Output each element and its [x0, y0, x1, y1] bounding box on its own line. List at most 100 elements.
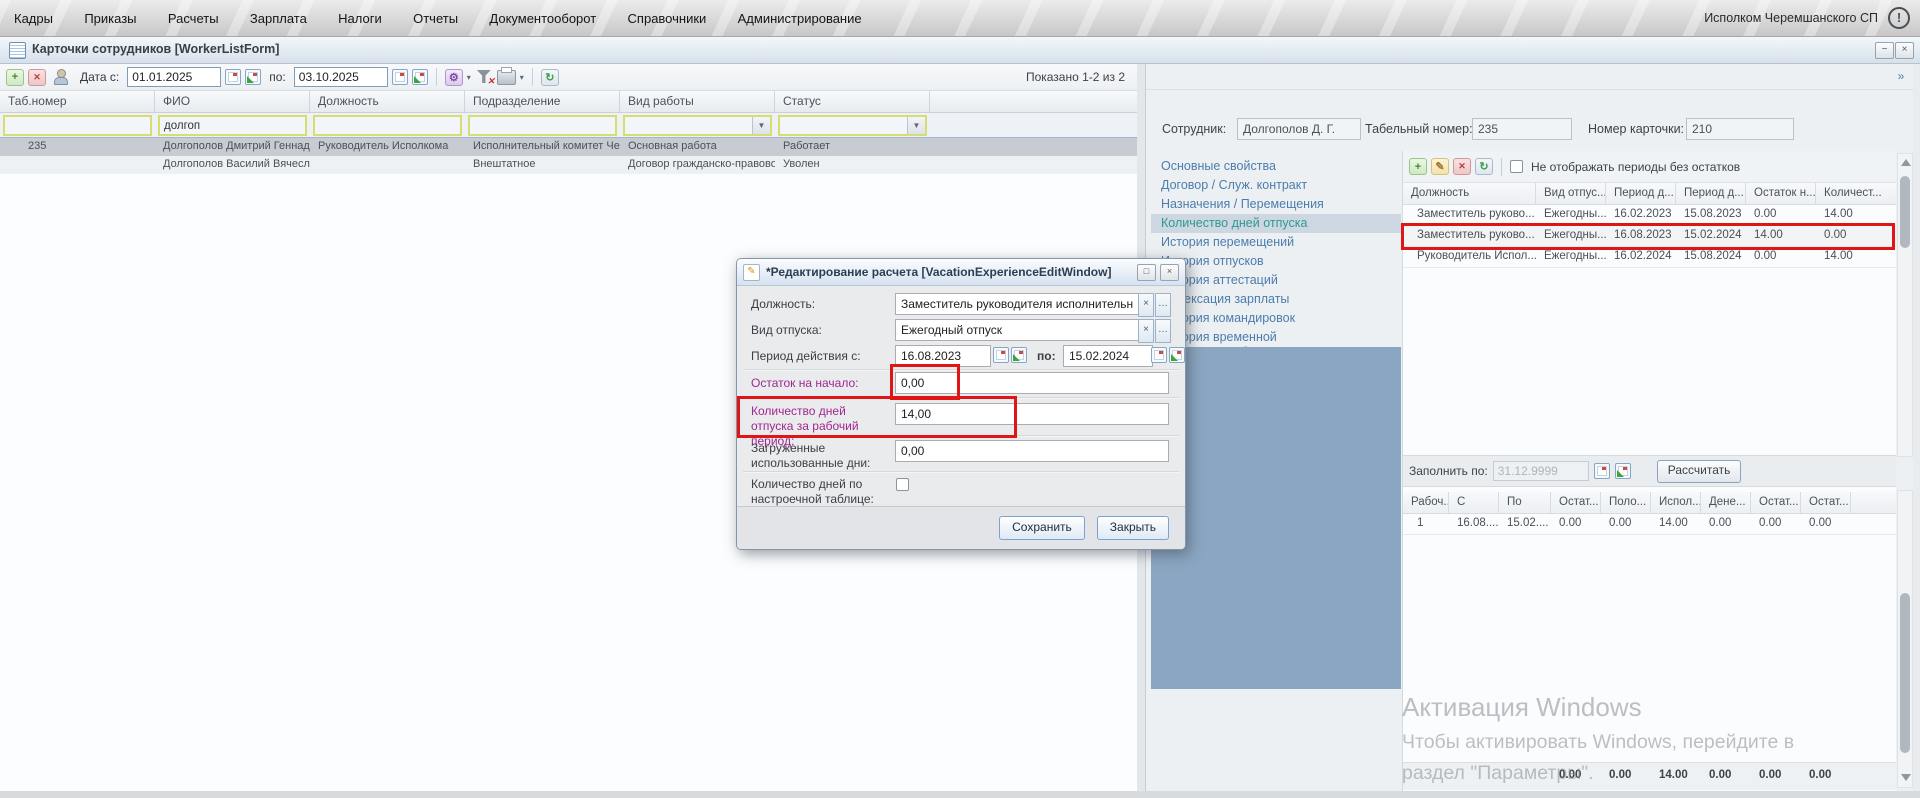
dialog-close-button[interactable]: ×	[1160, 263, 1179, 281]
warning-icon[interactable]: !	[1888, 7, 1910, 29]
date-from-input[interactable]: 01.01.2025	[127, 67, 222, 87]
menu-kadry[interactable]: Кадры	[0, 0, 67, 36]
column-header-department[interactable]: Подразделение	[465, 91, 620, 112]
print-button[interactable]	[496, 66, 516, 85]
calendar-go-icon[interactable]	[1614, 463, 1631, 479]
table-days-checkbox[interactable]	[896, 478, 909, 491]
filter-position-input[interactable]	[313, 115, 462, 136]
calendar-go-icon[interactable]	[245, 69, 262, 85]
calendar-go-icon[interactable]	[411, 69, 428, 85]
edit-period-button[interactable]: ✎	[1431, 158, 1449, 175]
add-worker-button[interactable]: +	[6, 68, 24, 86]
column-header-status[interactable]: Статус	[775, 91, 930, 112]
menu-dokumentooborot[interactable]: Документооборот	[475, 0, 610, 36]
column-header-tab-number[interactable]: Таб.номер	[0, 91, 155, 112]
card-number-field[interactable]: 210	[1686, 118, 1794, 140]
vacation-row[interactable]: Руководитель Испол... Ежегодны... 16.02.…	[1403, 247, 1896, 268]
column-header-period-from[interactable]: Период д...	[1606, 183, 1676, 204]
periods-table-scrollbar[interactable]	[1897, 490, 1913, 788]
column-header-balance1[interactable]: Остат...	[1551, 492, 1601, 513]
save-button[interactable]: Сохранить	[999, 516, 1085, 540]
add-period-button[interactable]: +	[1409, 158, 1427, 175]
nav-item-salary-indexation[interactable]: Индексация зарплаты	[1151, 290, 1401, 309]
filter-fio-input[interactable]: долгоп	[158, 115, 307, 136]
calendar-go-icon[interactable]	[1011, 347, 1027, 363]
nav-item-transfers-history[interactable]: История перемещений	[1151, 233, 1401, 252]
delete-period-button[interactable]: ✕	[1453, 158, 1471, 175]
menu-administrirovanie[interactable]: Администрирование	[724, 0, 876, 36]
lookup-button[interactable]: …	[1155, 293, 1171, 317]
column-header-balance[interactable]: Остаток н...	[1746, 183, 1816, 204]
calendar-go-icon[interactable]	[1169, 347, 1185, 363]
menu-nalogi[interactable]: Налоги	[324, 0, 396, 36]
column-header-vacation-type[interactable]: Вид отпус...	[1536, 183, 1606, 204]
nav-item-assignments[interactable]: Назначения / Перемещения	[1151, 195, 1401, 214]
lookup-button[interactable]: …	[1155, 319, 1171, 343]
column-header-balance3[interactable]: Остат...	[1801, 492, 1851, 513]
filter-department-input[interactable]	[468, 115, 617, 136]
calendar-icon[interactable]	[1593, 463, 1610, 479]
column-header-fio[interactable]: ФИО	[155, 91, 310, 112]
vacation-row-highlighted[interactable]: Заместитель руково... Ежегодны... 16.08.…	[1403, 226, 1896, 247]
column-header-position[interactable]: Должность	[1403, 183, 1536, 204]
vacation-table-scrollbar[interactable]	[1897, 153, 1913, 457]
column-header-work-type[interactable]: Вид работы	[620, 91, 775, 112]
minimize-button[interactable]: −	[1875, 42, 1894, 59]
nav-item-vacation-days[interactable]: Количество дней отпуска	[1151, 214, 1401, 233]
chevron-down-icon[interactable]: ▼	[907, 117, 925, 134]
filter-tab-number-input[interactable]	[3, 115, 152, 136]
clear-field-button[interactable]: ×	[1138, 293, 1154, 317]
print-caret-icon[interactable]: ▾	[520, 73, 524, 82]
menu-raschety[interactable]: Расчеты	[154, 0, 233, 36]
person-icon[interactable]	[54, 69, 68, 85]
hide-empty-periods-checkbox[interactable]	[1510, 160, 1523, 173]
vacation-row[interactable]: Заместитель руково... Ежегодны... 16.02.…	[1403, 205, 1896, 226]
column-header-position[interactable]: Должность	[310, 91, 465, 112]
vacation-type-field[interactable]: Ежегодный отпуск	[895, 319, 1140, 341]
column-header-days-count[interactable]: Количест...	[1816, 183, 1896, 204]
employee-name-field[interactable]: Долгополов Д. Г.	[1237, 118, 1361, 140]
days-per-period-field[interactable]: 14,00	[895, 403, 1169, 425]
calendar-icon[interactable]	[391, 69, 408, 85]
balance-field[interactable]: 0,00	[895, 372, 1169, 394]
column-header-used[interactable]: Испол...	[1651, 492, 1701, 513]
collapse-panel-button[interactable]: »	[1893, 67, 1909, 85]
clear-filter-button[interactable]: ✕	[475, 69, 495, 86]
calendar-icon[interactable]	[993, 347, 1009, 363]
calendar-icon[interactable]	[225, 69, 242, 85]
filter-status-combo[interactable]: ▼	[778, 115, 927, 136]
position-field[interactable]: Заместитель руководителя исполнительн	[895, 293, 1140, 315]
nav-item-business-trips-history[interactable]: История командировок	[1151, 309, 1401, 328]
dialog-titlebar[interactable]: ✎ *Редактирование расчета [VacationExper…	[737, 259, 1185, 286]
worker-row-selected[interactable]: 235 Долгополов Дмитрий Геннадьевич Руков…	[0, 138, 1137, 156]
column-header-from[interactable]: С	[1449, 492, 1499, 513]
date-to-input[interactable]: 03.10.2025	[293, 67, 388, 87]
nav-item-attestations-history[interactable]: История аттестаций	[1151, 271, 1401, 290]
settings-button[interactable]: ⚙	[444, 68, 463, 86]
scroll-down-icon[interactable]	[1901, 774, 1911, 781]
refresh-periods-button[interactable]: ↻	[1475, 158, 1493, 175]
column-header-to[interactable]: По	[1499, 492, 1551, 513]
column-header-money[interactable]: Дене...	[1701, 492, 1751, 513]
nav-item-vacations-history[interactable]: История отпусков	[1151, 252, 1401, 271]
column-header-work-year[interactable]: Рабоч...	[1403, 492, 1449, 513]
used-days-field[interactable]: 0,00	[895, 440, 1169, 462]
refresh-button[interactable]: ↻	[540, 68, 559, 86]
menu-prikazy[interactable]: Приказы	[70, 0, 150, 36]
period-from-input[interactable]: 16.08.2023	[895, 345, 991, 367]
period-row[interactable]: 1 16.08.... 15.02.... 0.00 0.00 14.00 0.…	[1403, 514, 1896, 535]
menu-spravochniki[interactable]: Справочники	[614, 0, 721, 36]
tab-number-field[interactable]: 235	[1472, 118, 1572, 140]
settings-caret-icon[interactable]: ▾	[467, 73, 471, 82]
column-header-balance2[interactable]: Остат...	[1751, 492, 1801, 513]
fill-to-date-input[interactable]: 31.12.9999	[1492, 461, 1589, 481]
dialog-maximize-button[interactable]: □	[1137, 263, 1156, 281]
dialog-close-footer-button[interactable]: Закрыть	[1096, 516, 1169, 540]
column-header-entitled[interactable]: Поло...	[1601, 492, 1651, 513]
scroll-up-icon[interactable]	[1901, 159, 1911, 166]
delete-worker-button[interactable]: ✕	[28, 68, 46, 86]
chevron-down-icon[interactable]: ▼	[752, 117, 770, 134]
column-header-period-to[interactable]: Период д...	[1676, 183, 1746, 204]
close-button[interactable]: ×	[1895, 42, 1914, 59]
nav-item-contract[interactable]: Договор / Служ. контракт	[1151, 176, 1401, 195]
